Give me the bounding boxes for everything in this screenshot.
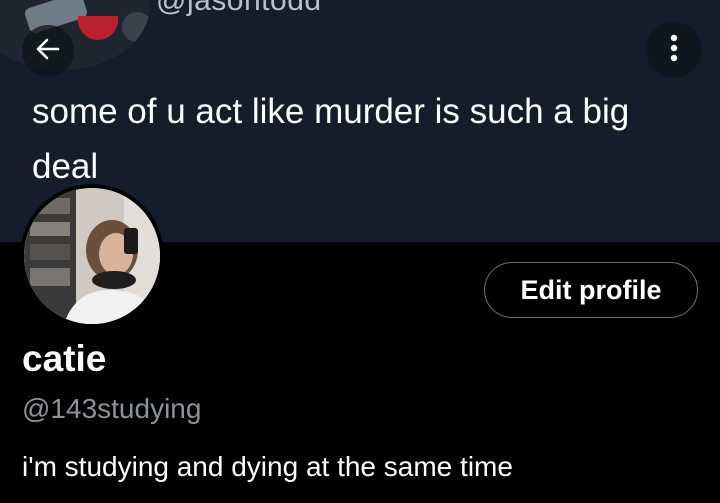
edit-profile-button[interactable]: Edit profile — [484, 262, 698, 318]
banner-tweet-handle: @jasontodd — [156, 0, 322, 17]
user-handle: @143studying — [22, 393, 202, 424]
display-name: catie — [22, 338, 107, 379]
more-options-button[interactable] — [646, 22, 702, 78]
back-button[interactable] — [22, 25, 74, 77]
banner-tweet-text: some of u act like murder is such a big … — [32, 92, 630, 186]
arrow-left-icon — [34, 35, 62, 68]
profile-avatar[interactable] — [20, 184, 164, 328]
avatar-photo — [24, 188, 160, 324]
more-vertical-icon — [669, 33, 679, 68]
profile-bio: i'm studying and dying at the same time — [22, 451, 513, 482]
